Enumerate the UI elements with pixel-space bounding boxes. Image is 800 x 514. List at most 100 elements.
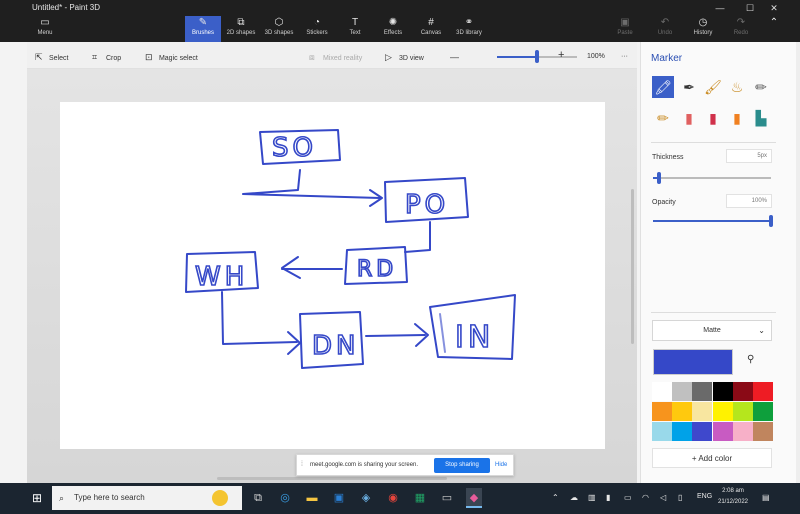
color-swatch[interactable] (692, 422, 713, 441)
excel-icon[interactable]: ▦ (412, 488, 428, 508)
tab-canvas[interactable]: # Canvas (413, 16, 449, 42)
crop-tool[interactable]: ⌗ Crop (92, 51, 121, 63)
redo-icon: ↷ (736, 17, 746, 28)
thickness-slider-thumb[interactable] (656, 172, 661, 184)
clock[interactable]: 2:08 am 21/12/2022 (715, 486, 751, 508)
language-indicator[interactable]: ENG (697, 493, 712, 500)
color-swatch[interactable] (753, 422, 773, 441)
onedrive-icon[interactable]: ☁ (570, 493, 578, 502)
3d-view-button[interactable]: ▷ 3D view (385, 51, 424, 63)
notes-app-icon[interactable]: ◈ (358, 488, 374, 508)
color-swatch[interactable] (672, 402, 693, 421)
color-swatch[interactable] (732, 382, 753, 401)
file-explorer-icon[interactable]: ▬ (304, 488, 320, 508)
paint-3d-taskbar-icon[interactable]: ◆ (466, 488, 482, 508)
weather-icon[interactable] (212, 490, 228, 506)
oil-brush[interactable]: 🖌 (702, 76, 724, 98)
zoom-slider-thumb[interactable] (535, 50, 539, 63)
eyedropper-icon[interactable]: ⚲ (747, 354, 754, 365)
stop-sharing-button[interactable]: Stop sharing (434, 458, 490, 473)
calligraphy-pen-brush[interactable]: ✒ (678, 76, 700, 98)
more-options-button[interactable]: ··· (621, 51, 628, 63)
mixed-reality-button[interactable]: ⧈ Mixed reality (309, 51, 362, 63)
battery-icon[interactable]: ▯ (678, 493, 682, 502)
color-swatch[interactable] (652, 422, 672, 441)
opacity-slider-thumb[interactable] (769, 215, 773, 227)
tab-effects[interactable]: ✺ Effects (375, 16, 411, 42)
zoom-percent[interactable]: 100% (587, 51, 605, 63)
maximize-button[interactable]: ☐ (738, 0, 762, 16)
color-swatch[interactable] (712, 382, 733, 401)
color-swatch[interactable] (652, 402, 672, 421)
outlook-icon[interactable]: ▣ (331, 488, 347, 508)
display-icon[interactable]: ▭ (624, 493, 632, 502)
drawing-canvas[interactable]: SO PO RD WH DN IN (60, 102, 605, 449)
zoom-in-button[interactable]: + (558, 49, 564, 61)
terminal-icon[interactable]: ▭ (439, 488, 455, 508)
color-swatch[interactable] (652, 382, 672, 401)
color-swatch[interactable] (692, 402, 713, 421)
color-swatch[interactable] (692, 382, 713, 401)
add-color-button[interactable]: + Add color (652, 448, 772, 468)
crayon-brush[interactable]: ▮ (702, 107, 724, 129)
history-button[interactable]: ◷ History (688, 16, 718, 42)
eraser-brush[interactable]: ▮ (678, 107, 700, 129)
tab-2d-shapes[interactable]: ⧉ 2D shapes (223, 16, 259, 42)
color-swatch[interactable] (732, 402, 753, 421)
opacity-slider[interactable] (653, 220, 771, 222)
color-swatch[interactable] (672, 422, 693, 441)
select-tool[interactable]: ⇱ Select (35, 51, 68, 63)
menu-button[interactable]: ▭ Menu (30, 16, 60, 42)
color-swatch[interactable] (732, 422, 753, 441)
tab-3d-shapes[interactable]: ⬡ 3D shapes (261, 16, 297, 42)
close-button[interactable]: ✕ (762, 0, 786, 16)
watercolor-brush[interactable]: ♨ (726, 76, 748, 98)
thickness-field[interactable]: 5px (726, 149, 772, 163)
handdrawn-diagram: SO PO RD WH DN IN (185, 129, 516, 369)
chrome-icon[interactable]: ◉ (385, 488, 401, 508)
taskbar-search[interactable]: ⌕ Type here to search (52, 486, 242, 510)
taskbar: ⊞ ⌕ Type here to search ⧉ ◎ ▬ ▣ ◈ ◉ ▦ ▭ … (0, 483, 800, 514)
wifi-icon[interactable]: ◠ (642, 493, 649, 502)
horizontal-scrollbar[interactable] (217, 477, 447, 480)
notifications-icon[interactable]: ▤ (762, 493, 770, 502)
color-swatch[interactable] (712, 422, 733, 441)
windows-start-icon[interactable]: ⊞ (32, 491, 42, 505)
minimize-button[interactable]: — (708, 0, 732, 16)
hide-button[interactable]: Hide (495, 462, 507, 468)
collapse-ribbon-button[interactable]: ⌃ (764, 16, 784, 42)
pencil-brush[interactable]: ✏ (652, 107, 674, 129)
brush-icon: ✎ (198, 17, 208, 28)
color-swatch[interactable] (753, 402, 773, 421)
magic-select-tool[interactable]: ⊡ Magic select (145, 51, 198, 63)
fill-brush[interactable]: ▙ (750, 107, 772, 129)
finish-dropdown[interactable]: Matte ⌄ (652, 320, 772, 341)
color-swatch[interactable] (712, 402, 733, 421)
spray-can-brush[interactable]: ▮ (726, 107, 748, 129)
drag-handle-icon[interactable]: ⁞ (301, 461, 303, 468)
meet-tray-icon[interactable]: ▮ (606, 493, 610, 502)
tab-3d-library[interactable]: ⚭ 3D library (451, 16, 487, 42)
current-color-swatch[interactable] (653, 349, 733, 375)
pixel-pen-brush[interactable]: ✏ (750, 76, 772, 98)
zoom-out-button[interactable]: — (450, 51, 459, 63)
thickness-slider[interactable] (653, 177, 771, 179)
undo-button[interactable]: ↶ Undo (650, 16, 680, 42)
show-hidden-icons[interactable]: ⌃ (552, 493, 559, 502)
opacity-field[interactable]: 100% (726, 194, 772, 208)
vertical-scrollbar[interactable] (631, 189, 634, 344)
edge-icon[interactable]: ◎ (277, 488, 293, 508)
tab-brushes[interactable]: ✎ Brushes (185, 16, 221, 42)
color-swatch[interactable] (672, 382, 693, 401)
redo-button[interactable]: ↷ Redo (726, 16, 756, 42)
panel-scrollbar[interactable] (796, 42, 800, 483)
paste-button[interactable]: ▣ Paste (610, 16, 640, 42)
tab-stickers[interactable]: ◔ Stickers (299, 16, 335, 42)
task-view-icon[interactable]: ⧉ (250, 488, 266, 508)
tray-app-icon[interactable]: ▥ (588, 493, 596, 502)
volume-icon[interactable]: ◁ (660, 493, 666, 502)
color-swatch[interactable] (753, 382, 773, 401)
marker-brush[interactable]: 🖍 (652, 76, 674, 98)
paint-3d-window: Untitled* - Paint 3D — ☐ ✕ ▭ Menu ✎ Brus… (0, 0, 800, 483)
tab-text[interactable]: T Text (337, 16, 373, 42)
